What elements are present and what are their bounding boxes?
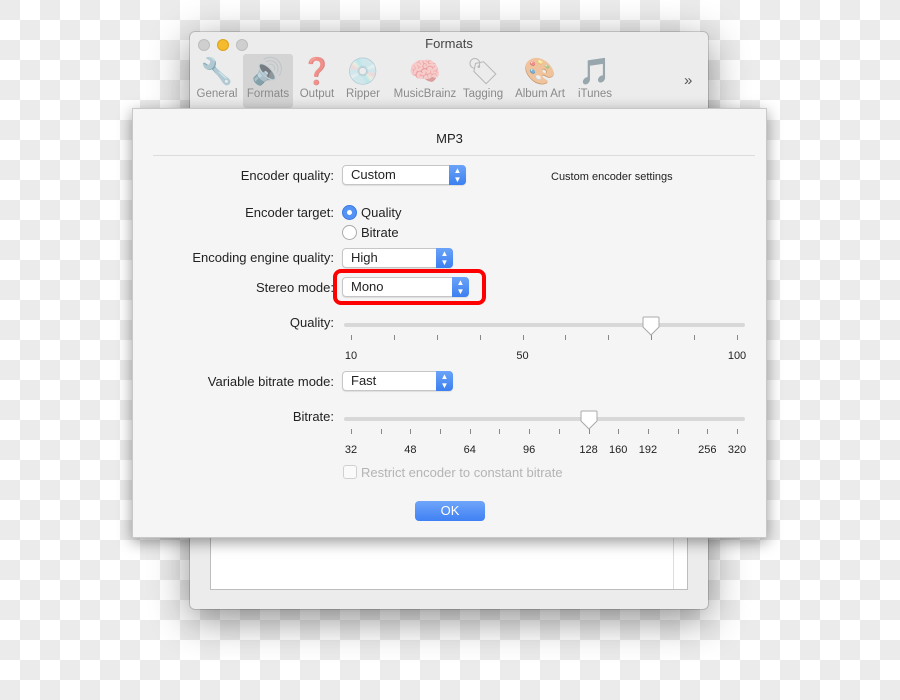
itunes-icon: 🎵	[578, 56, 612, 86]
slider-tick	[694, 335, 696, 340]
highlight-box	[333, 269, 486, 305]
slider-tick	[522, 335, 524, 340]
toolbar-item-musicbrainz[interactable]: 🧠 MusicBrainz	[387, 54, 463, 108]
encoder-target-label: Encoder target:	[245, 205, 334, 220]
quality-label: Quality:	[289, 315, 334, 330]
slider-tick	[737, 429, 738, 434]
slider-tick-label: 64	[463, 444, 476, 456]
chevron-updown-icon: ▲ ▼	[436, 371, 453, 391]
slider-tick	[677, 429, 679, 434]
slider-tick-label: 48	[404, 444, 417, 456]
toolbar-item-album-art[interactable]: 🎨 Album Art	[510, 54, 570, 108]
slider-tick	[440, 429, 442, 434]
slider-tick	[380, 429, 382, 434]
quality-slider-track[interactable]	[344, 323, 745, 327]
cd-music-icon: 💿	[346, 56, 380, 86]
toolbar-item-ripper[interactable]: 💿 Ripper	[340, 54, 386, 108]
toolbar-item-formats[interactable]: 🔊 Formats	[243, 54, 293, 108]
stereo-mode-label: Stereo mode:	[255, 280, 334, 295]
slider-tick	[618, 429, 620, 434]
slider-tick	[737, 335, 738, 340]
slider-tick	[558, 429, 560, 434]
slider-tick-label: 256	[698, 444, 717, 456]
engine-quality-popup[interactable]: High ▲ ▼	[342, 248, 453, 268]
slider-tick-label: 160	[609, 444, 628, 456]
slider-tick	[565, 335, 567, 340]
custom-encoder-note: Custom encoder settings	[551, 171, 673, 183]
slider-tick-label: 128	[579, 444, 598, 456]
vbr-mode-label: Variable bitrate mode:	[207, 374, 334, 389]
bitrate-slider-track[interactable]	[344, 417, 745, 421]
slider-tick-label: 10	[344, 350, 358, 362]
slider-tick	[479, 335, 481, 340]
speaker-icon: 🔊	[251, 56, 285, 86]
toolbar-item-label: iTunes	[577, 88, 613, 100]
slider-tick-label: 50	[516, 350, 529, 362]
slider-tick	[351, 335, 352, 340]
popup-value: Fast	[351, 373, 377, 388]
toolbar-item-label: Output	[299, 88, 335, 100]
radio-bitrate[interactable]	[342, 225, 357, 240]
toolbar-item-general[interactable]: 🔧 General	[195, 54, 239, 108]
sheet-title: MP3	[436, 131, 463, 146]
toolbar-item-label: Album Art	[515, 88, 565, 100]
radio-quality-label[interactable]: Quality	[361, 205, 401, 220]
tag-pencils-icon: 🏷	[466, 56, 500, 86]
radio-quality[interactable]	[342, 205, 357, 220]
slider-tick	[393, 335, 395, 340]
bitrate-label: Bitrate:	[292, 409, 334, 424]
slider-tick-label: 96	[523, 444, 536, 456]
toolbar-item-label: General	[196, 88, 238, 100]
quality-slider-thumb[interactable]	[642, 316, 660, 336]
slider-tick	[647, 429, 649, 434]
slider-tick-label: 100	[727, 350, 747, 362]
toolbar-overflow-button[interactable]: »	[684, 72, 692, 89]
toolbar-item-label: Tagging	[462, 88, 504, 100]
slider-tick	[608, 335, 610, 340]
chevron-updown-icon: ▲ ▼	[449, 165, 466, 185]
slider-tick	[707, 429, 709, 434]
palette-icon: 🎨	[523, 56, 557, 86]
mp3-settings-sheet: MP3 Encoder quality: Custom ▲ ▼ Custom enc…	[132, 108, 767, 538]
vbr-mode-popup[interactable]: Fast ▲ ▼	[342, 371, 453, 391]
toolbar-item-output[interactable]: ❓ Output	[295, 54, 339, 108]
slider-tick	[469, 429, 471, 434]
slider-tick	[351, 429, 352, 434]
slider-tick	[499, 429, 501, 434]
toolbar-item-label: Ripper	[346, 88, 380, 100]
toolbar-item-itunes[interactable]: 🎵 iTunes	[573, 54, 617, 108]
slider-tick-label: 192	[638, 444, 658, 456]
toolbar-item-label: MusicBrainz	[393, 88, 457, 100]
toolbar-item-label: Formats	[246, 88, 290, 100]
radio-bitrate-label[interactable]: Bitrate	[361, 225, 399, 240]
chevron-updown-icon: ▲ ▼	[436, 248, 453, 268]
ok-button[interactable]: OK	[415, 501, 485, 521]
engine-quality-label: Encoding engine quality:	[192, 250, 334, 265]
musicbrainz-icon: 🧠	[408, 56, 442, 86]
popup-value: Custom	[351, 167, 396, 182]
restrict-cbr-checkbox[interactable]	[343, 465, 357, 479]
slider-tick	[410, 429, 412, 434]
encoder-quality-label: Encoder quality:	[240, 168, 334, 183]
slider-tick-label: 32	[344, 444, 358, 456]
window-title: Formats	[425, 36, 473, 51]
encoder-quality-popup[interactable]: Custom ▲ ▼	[342, 165, 466, 185]
restrict-cbr-label: Restrict encoder to constant bitrate	[361, 465, 563, 480]
wrench-icon: 🔧	[200, 56, 234, 86]
title-separator	[153, 155, 755, 156]
popup-value: High	[351, 250, 378, 265]
bitrate-slider-thumb[interactable]	[580, 410, 598, 430]
slider-tick	[436, 335, 438, 340]
slider-tick	[529, 429, 531, 434]
toolbar-item-tagging[interactable]: 🏷 Tagging	[458, 54, 508, 108]
question-bubble-icon: ❓	[300, 56, 334, 86]
slider-tick-label: 320	[727, 444, 747, 456]
